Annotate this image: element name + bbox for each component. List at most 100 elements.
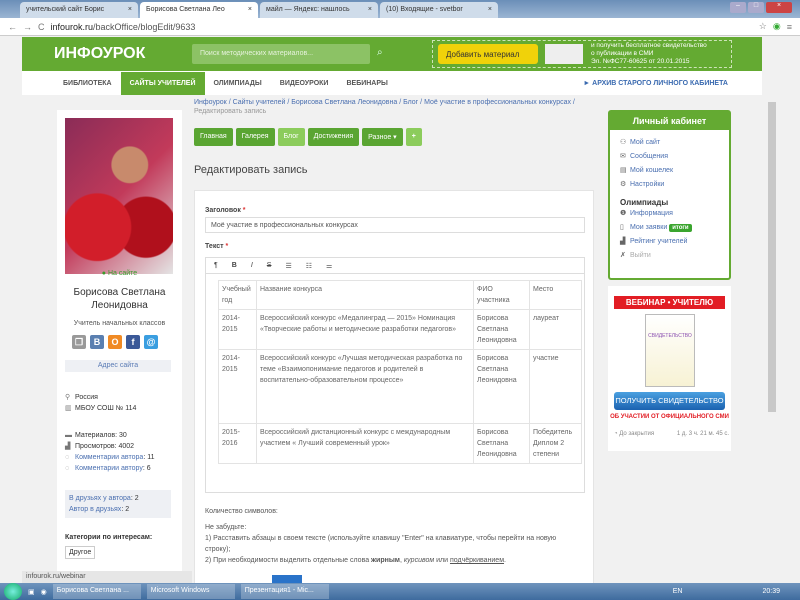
- archive-link[interactable]: ► АРХИВ СТАРОГО ЛИЧНОГО КАБИНЕТА: [574, 72, 762, 95]
- comments-by-author-link[interactable]: Комментарии автора: [75, 454, 143, 461]
- tab-blog[interactable]: Блог: [277, 128, 305, 146]
- menu-my-site[interactable]: ⚇ Мой сайт: [610, 136, 729, 150]
- menu-label: Сообщения: [630, 153, 668, 160]
- logo[interactable]: ИНФОУРОК: [54, 45, 145, 63]
- menu-logout[interactable]: ✗ Выйти: [610, 249, 729, 263]
- close-icon[interactable]: ×: [488, 6, 492, 14]
- tab-misc[interactable]: Разное ▾: [362, 128, 403, 146]
- browser-tab[interactable]: (10) Входящие - svetbor ×: [380, 2, 498, 18]
- cell-year: 2015-2016: [218, 423, 257, 464]
- tip-text: или: [434, 557, 450, 564]
- ordered-list-icon[interactable]: ☷: [306, 262, 312, 270]
- add-tab-button[interactable]: +: [405, 128, 422, 146]
- menu-my-applications[interactable]: ▯ Мои заявки итоги: [610, 221, 729, 235]
- start-button[interactable]: [4, 583, 22, 600]
- get-certificate-button[interactable]: ПОЛУЧИТЬ СВИДЕТЕЛЬСТВО: [614, 392, 725, 410]
- menu-messages[interactable]: ✉ Сообщения: [610, 150, 729, 164]
- back-icon[interactable]: ←: [8, 22, 17, 32]
- search-input[interactable]: Поиск методических материалов...: [192, 44, 370, 64]
- maximize-icon[interactable]: □: [748, 2, 764, 13]
- cell-year: 2014-2015: [218, 349, 257, 424]
- vk-icon[interactable]: В: [90, 335, 104, 349]
- site-address-button[interactable]: Адрес сайта: [65, 360, 171, 372]
- tab-home[interactable]: Главная: [194, 128, 233, 146]
- mailru-icon[interactable]: @: [144, 335, 158, 349]
- location-icon: ⚲: [65, 394, 71, 401]
- align-icon[interactable]: ⚌: [326, 262, 332, 270]
- extension-icon[interactable]: ◉: [773, 21, 781, 32]
- friends-of-count: : 2: [130, 495, 139, 502]
- menu-icon[interactable]: ≡: [787, 22, 792, 32]
- results-badge[interactable]: итоги: [669, 224, 692, 232]
- add-material-button[interactable]: Добавить материал: [438, 44, 538, 64]
- scrollbar[interactable]: [768, 102, 776, 412]
- search-icon[interactable]: ⌕: [377, 47, 383, 58]
- close-icon[interactable]: ×: [368, 6, 372, 14]
- header-cell: Учебный год: [218, 280, 257, 310]
- tab-achievements[interactable]: Достижения: [307, 128, 360, 146]
- clock[interactable]: 20:39: [762, 588, 780, 595]
- nav-videolessons[interactable]: ВИДЕОУРОКИ: [271, 72, 338, 95]
- taskbar: ▣ ◉ Борисова Светлана ... Microsoft Windo…: [0, 583, 800, 600]
- social-buttons: ❐ В О f @: [72, 335, 158, 349]
- close-icon[interactable]: ×: [128, 6, 132, 14]
- browser-tab[interactable]: майл — Яндекс: нашлось ×: [260, 2, 378, 18]
- menu-wallet[interactable]: ▤ Мой кошелек: [610, 164, 729, 178]
- friends-of-author-link[interactable]: В друзьях у автора: [69, 495, 131, 502]
- close-icon[interactable]: ×: [248, 6, 252, 14]
- browser-tab[interactable]: учительский сайт Борис ×: [20, 2, 138, 18]
- taskbar-item[interactable]: Microsoft Windows: [146, 584, 235, 599]
- reload-icon[interactable]: C: [38, 22, 45, 32]
- close-window-icon[interactable]: ×: [766, 2, 792, 13]
- italic-icon[interactable]: I: [251, 262, 253, 269]
- breadcrumb-link[interactable]: Борисова Светлана Леонидовна: [291, 99, 397, 106]
- breadcrumb-link[interactable]: Инфоурок: [194, 99, 227, 106]
- breadcrumb-link[interactable]: Моё участие в профессиональных конкурсах: [424, 99, 571, 106]
- strikethrough-icon[interactable]: S: [267, 262, 272, 269]
- menu-information[interactable]: ❶ Информация: [610, 207, 729, 221]
- breadcrumb-link[interactable]: Сайты учителей: [233, 99, 286, 106]
- url-input[interactable]: infourok.ru/backOffice/blogEdit/9633: [51, 22, 196, 32]
- text-editor[interactable]: ¶ B I S ☰ ☷ ⚌ Учебный год Название конку…: [205, 257, 585, 493]
- right-sidebar: Личный кабинет ⚇ Мой сайт ✉ Сообщения ▤ Мой…: [608, 110, 731, 451]
- save-icon[interactable]: ▣: [28, 588, 35, 596]
- nav-webinars[interactable]: ВЕБИНАРЫ: [337, 72, 396, 95]
- category-tag[interactable]: Другое: [65, 546, 96, 559]
- categories-title: Категории по интересам:: [65, 534, 153, 541]
- share-icon[interactable]: ❐: [72, 335, 86, 349]
- nav-teacher-sites[interactable]: САЙТЫ УЧИТЕЛЕЙ: [120, 71, 205, 95]
- star-icon[interactable]: ☆: [759, 21, 767, 32]
- tip: 1) Расставить абзацы в своем тексте (исп…: [205, 535, 557, 553]
- breadcrumb-link[interactable]: Блог: [403, 99, 418, 106]
- facebook-icon[interactable]: f: [126, 335, 140, 349]
- clock-icon: ◔: [614, 431, 618, 437]
- nav-olympiads[interactable]: ОЛИМПИАДЫ: [205, 72, 271, 95]
- paragraph-icon[interactable]: ¶: [214, 262, 218, 269]
- browser-tab-active[interactable]: Борисова Светлана Лео ×: [140, 2, 258, 18]
- profile-location: ⚲ Россия ▥ МБОУ СОШ № 114: [65, 392, 136, 414]
- taskbar-item[interactable]: Борисова Светлана ...: [52, 584, 141, 599]
- comments-to-author-link[interactable]: Комментарии автору: [75, 465, 143, 472]
- cell-year: 2014-2015: [218, 309, 257, 350]
- menu-settings[interactable]: ⚙ Настройки: [610, 178, 729, 192]
- title-input[interactable]: Моё участие в профессиональных конкурсах: [205, 217, 585, 233]
- author-in-friends-link[interactable]: Автор в друзьях: [69, 506, 121, 513]
- in-friends-count: : 2: [121, 506, 130, 513]
- minimize-icon[interactable]: –: [730, 2, 746, 13]
- menu-label: Информация: [630, 210, 673, 217]
- app-icon[interactable]: ◉: [41, 588, 47, 596]
- required-mark: *: [225, 243, 229, 250]
- bold-icon[interactable]: B: [232, 262, 237, 269]
- forward-icon[interactable]: →: [23, 22, 32, 32]
- nav-library[interactable]: БИБЛИОТЕКА: [54, 72, 121, 95]
- webinar-ad[interactable]: ВЕБИНАР • УЧИТЕЛЮ СВИДЕТЕЛЬСТВО ПОЛУЧИТЬ…: [608, 286, 731, 451]
- taskbar-item[interactable]: Презентация1 - Mic...: [240, 584, 329, 599]
- odnoklassniki-icon[interactable]: О: [108, 335, 122, 349]
- tab-gallery[interactable]: Галерея: [235, 128, 275, 146]
- menu-teacher-rating[interactable]: ▟ Рейтинг учителей: [610, 235, 729, 249]
- edit-form: Заголовок * Моё участие в профессиональн…: [194, 190, 594, 585]
- language-indicator[interactable]: EN: [673, 588, 683, 595]
- building-icon: ▥: [65, 405, 72, 412]
- unordered-list-icon[interactable]: ☰: [285, 262, 291, 270]
- promo-line: и получить бесплатное свидетельство: [591, 42, 707, 49]
